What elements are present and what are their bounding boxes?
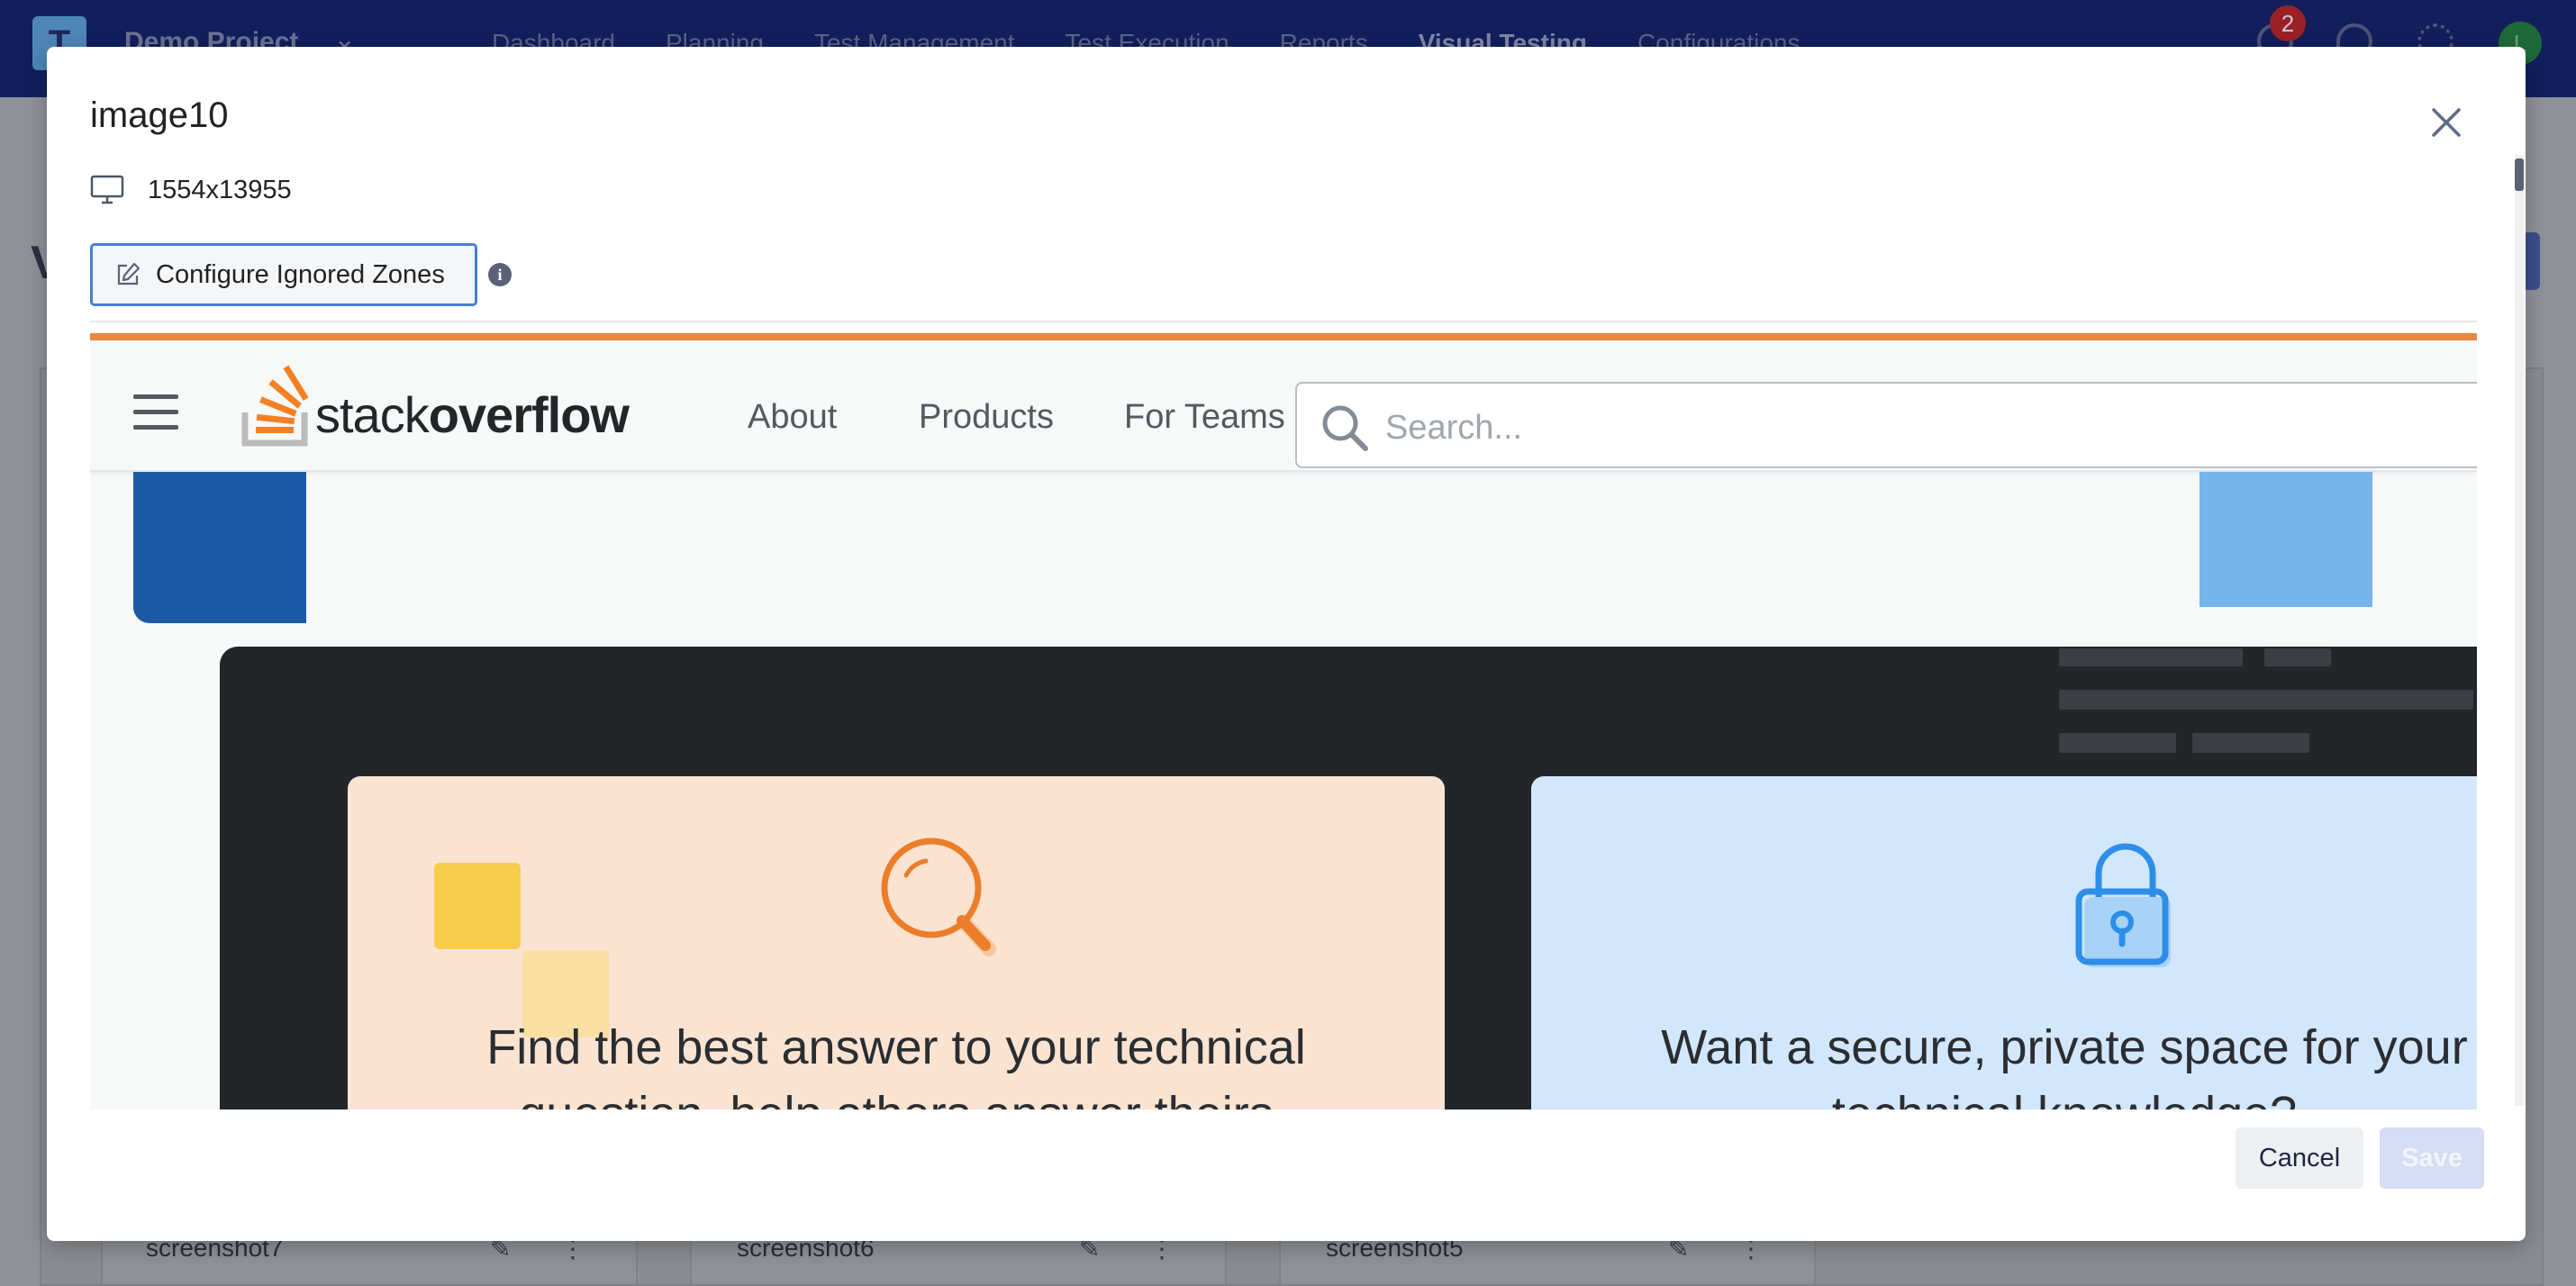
so-header: stackoverflow About Products For Teams S… xyxy=(90,340,2477,472)
placeholder-bar xyxy=(2059,690,2473,710)
modal-title: image10 xyxy=(90,95,229,135)
public-qa-line: Find the best answer to your technical xyxy=(486,1020,1306,1074)
edit-icon xyxy=(117,262,141,285)
so-nav-about: About xyxy=(748,398,838,436)
scrollbar-track[interactable] xyxy=(2515,155,2524,1106)
hero-decoration xyxy=(133,472,306,623)
so-top-accent-bar xyxy=(90,333,2477,340)
resolution-value: 1554x13955 xyxy=(148,175,292,204)
magnifier-icon xyxy=(881,838,996,956)
search-icon xyxy=(1322,405,1368,451)
stackoverflow-logo-icon xyxy=(241,365,309,447)
monitor-icon xyxy=(90,175,124,204)
scrollbar-thumb[interactable] xyxy=(2515,158,2524,191)
image-detail-modal: image10 1554x13955 Configure Ignored Zon… xyxy=(47,47,2526,1241)
so-nav-for-teams: For Teams xyxy=(1124,398,1285,436)
placeholder-bar xyxy=(2059,648,2243,666)
close-icon[interactable] xyxy=(2425,101,2468,144)
placeholder-bar xyxy=(2264,648,2331,666)
placeholder-bar xyxy=(2192,733,2309,753)
divider xyxy=(90,321,2477,322)
configure-ignored-zones-button[interactable]: Configure Ignored Zones xyxy=(90,243,477,306)
teams-line: Want a secure, private space for your xyxy=(1661,1020,2468,1074)
lock-icon xyxy=(2075,843,2171,967)
teams-line: technical knowledge? xyxy=(1531,1081,2477,1109)
so-wordmark-bold: overflow xyxy=(428,386,630,443)
info-icon[interactable]: i xyxy=(488,263,512,286)
so-search-placeholder: Search... xyxy=(1385,409,1523,447)
so-wordmark: stackoverflow xyxy=(315,385,630,444)
screenshot-preview[interactable]: stackoverflow About Products For Teams S… xyxy=(90,333,2477,1109)
hero-decoration xyxy=(2200,472,2372,607)
so-search-box: Search... xyxy=(1295,382,2477,468)
configure-ignored-zones-label: Configure Ignored Zones xyxy=(156,259,445,289)
so-nav-products: Products xyxy=(919,398,1054,436)
resolution-row: 1554x13955 xyxy=(90,175,292,205)
public-qa-text: Find the best answer to your technical q… xyxy=(348,1014,1445,1109)
cancel-button[interactable]: Cancel xyxy=(2236,1128,2363,1189)
placeholder-bar xyxy=(2059,733,2176,753)
so-wordmark-light: stack xyxy=(315,386,430,443)
notification-badge: 2 xyxy=(2270,5,2306,41)
hamburger-menu-icon xyxy=(133,394,178,430)
decorative-square xyxy=(434,863,521,949)
teams-text: Want a secure, private space for your te… xyxy=(1531,1014,2477,1109)
save-button[interactable]: Save xyxy=(2380,1128,2484,1189)
public-qa-line: question, help others answer theirs xyxy=(348,1081,1445,1109)
